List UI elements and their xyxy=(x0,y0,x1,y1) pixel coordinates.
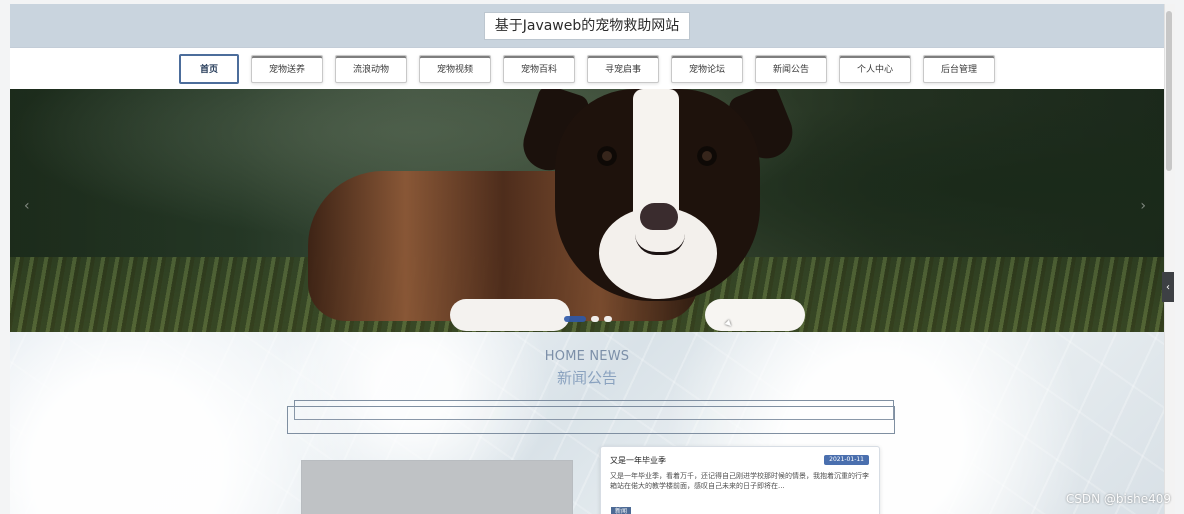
browser-viewport: 基于Javaweb的宠物救助网站 首页 宠物送养 流浪动物 宠物视频 宠物百科 … xyxy=(10,4,1164,514)
nav-news-announcements[interactable]: 新闻公告 xyxy=(755,54,827,83)
site-title: 基于Javaweb的宠物救助网站 xyxy=(483,11,691,40)
puppy-head xyxy=(555,89,760,301)
news-card-title[interactable]: 又是一年毕业季 xyxy=(610,455,666,466)
news-image-placeholder[interactable] xyxy=(301,460,573,514)
puppy-left-eye xyxy=(597,146,617,166)
carousel-indicator[interactable] xyxy=(591,316,599,322)
puppy-right-eye xyxy=(697,146,717,166)
carousel-indicators xyxy=(564,316,612,322)
csdn-watermark: CSDN @bishe409 xyxy=(1065,492,1171,506)
nav-personal-center[interactable]: 个人中心 xyxy=(839,54,911,83)
news-card-tag: 新闻 xyxy=(611,507,632,514)
news-decorative-frame-bottom xyxy=(287,406,895,434)
carousel-indicator-active[interactable] xyxy=(564,316,586,322)
nav-pet-encyclopedia[interactable]: 宠物百科 xyxy=(503,54,575,83)
nav-admin[interactable]: 后台管理 xyxy=(923,54,995,83)
puppy-banner-image xyxy=(300,89,820,332)
news-card[interactable]: 又是一年毕业季 2021-01-11 又是一年毕业季，看着万千，还记得自己刚进学… xyxy=(600,446,880,514)
side-panel-toggle-icon[interactable]: ‹ xyxy=(1162,272,1174,302)
home-news-section: HOME NEWS 新闻公告 又是一年毕业季 2021-01-11 又是一年毕业… xyxy=(10,332,1164,514)
nav-pet-forum[interactable]: 宠物论坛 xyxy=(671,54,743,83)
carousel-indicator[interactable] xyxy=(604,316,612,322)
site-header: 基于Javaweb的宠物救助网站 xyxy=(10,4,1164,48)
puppy-left-paw xyxy=(450,299,570,331)
webpage-screenshot: 基于Javaweb的宠物救助网站 首页 宠物送养 流浪动物 宠物视频 宠物百科 … xyxy=(0,0,1184,514)
nav-pet-videos[interactable]: 宠物视频 xyxy=(419,54,491,83)
nav-stray-animals[interactable]: 流浪动物 xyxy=(335,54,407,83)
news-section-title-zh: 新闻公告 xyxy=(556,369,617,387)
nav-lost-pet-notices[interactable]: 寻宠启事 xyxy=(587,54,659,83)
carousel-next-icon[interactable]: › xyxy=(1140,199,1146,213)
news-card-date-badge: 2021-01-11 xyxy=(824,455,869,465)
nav-pet-adoption[interactable]: 宠物送养 xyxy=(251,54,323,83)
hero-carousel[interactable]: ‹ › xyxy=(10,89,1164,332)
puppy-nose xyxy=(640,203,678,230)
carousel-previous-icon[interactable]: ‹ xyxy=(24,199,30,213)
news-card-summary: 又是一年毕业季，看着万千，还记得自己刚进学校那时候的情景，我抱着沉重的行李箱站在… xyxy=(610,472,869,490)
nav-home[interactable]: 首页 xyxy=(179,53,239,84)
page-scrollbar-thumb[interactable] xyxy=(1166,11,1172,171)
main-navigation: 首页 宠物送养 流浪动物 宠物视频 宠物百科 寻宠启事 宠物论坛 新闻公告 个人… xyxy=(10,48,1164,90)
puppy-right-paw xyxy=(705,299,805,331)
news-section-title-en: HOME NEWS xyxy=(544,349,630,364)
